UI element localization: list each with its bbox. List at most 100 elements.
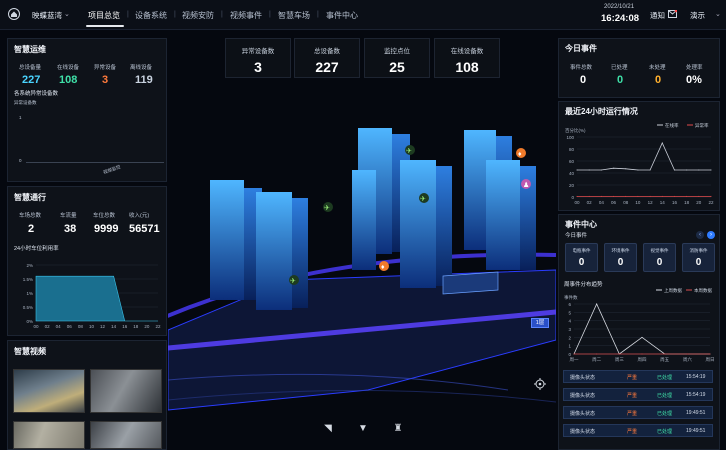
floor-button[interactable]: 1层 xyxy=(531,318,549,328)
data-point xyxy=(661,195,663,197)
event-row[interactable]: 摄像头状态 严重 已处理 15:54:19 xyxy=(563,388,713,401)
x-tick-label: 周日 xyxy=(706,357,715,363)
notification-button[interactable]: 通知 xyxy=(650,10,665,21)
event-row[interactable]: 摄像头状态 严重 已处理 19:49:51 xyxy=(563,424,713,437)
y-axis-label: 事件数 xyxy=(564,294,578,301)
podium-building[interactable] xyxy=(442,271,499,295)
mail-icon[interactable] xyxy=(668,10,677,18)
data-point xyxy=(596,353,598,355)
camera-icon[interactable]: ◥ xyxy=(322,423,334,435)
event-center-title: 事件中心 xyxy=(565,220,597,229)
camera-marker-icon[interactable]: ✈ xyxy=(289,275,299,285)
event-row-level: 严重 xyxy=(627,411,638,417)
tab-event-center[interactable]: 事件中心 xyxy=(326,10,358,21)
building-3d-scene[interactable]: ✈ ✈ ✈ ✈ ♦ ♦ ♟ xyxy=(168,80,556,420)
y-axis-label: 百分比(%) xyxy=(565,127,586,134)
y-tick-label: 0.5% xyxy=(23,305,33,310)
event-row[interactable]: 摄像头状态 严重 已处理 15:54:19 xyxy=(563,370,713,383)
alarm-marker-icon[interactable]: ♦ xyxy=(516,148,526,158)
building-tower[interactable] xyxy=(256,192,308,310)
stat-label: 未处理 xyxy=(649,65,666,71)
event-row-time: 15:54:19 xyxy=(686,392,706,398)
tab-equipment[interactable]: 设备系统 xyxy=(135,10,167,21)
data-point xyxy=(637,195,639,197)
event-type-value: 0 xyxy=(578,257,585,268)
x-tick-label: 10 xyxy=(635,200,641,205)
traffic-flow-value: 38 xyxy=(64,223,77,235)
event-type-card[interactable]: 环境事件 0 xyxy=(604,243,637,272)
legend-label: 异常率 xyxy=(695,122,709,129)
next-arrow-icon[interactable]: › xyxy=(707,231,715,239)
data-point xyxy=(661,142,663,144)
building-tower[interactable] xyxy=(486,160,536,270)
event-row-level: 严重 xyxy=(627,375,638,381)
event-row-name: 摄像头状态 xyxy=(570,429,596,435)
stat-label: 总设备量 xyxy=(19,65,42,71)
data-point xyxy=(710,169,712,171)
event-row-name: 摄像头状态 xyxy=(570,393,596,399)
x-tick-label: 周四 xyxy=(638,357,647,363)
camera-marker-icon[interactable]: ✈ xyxy=(405,145,415,155)
stat-label: 离线设备 xyxy=(130,65,153,71)
total-devices-card: 总设备数 227 xyxy=(294,38,360,78)
utilization-area xyxy=(35,275,158,322)
camera-feed-thumbnail[interactable] xyxy=(90,421,162,449)
y-tick-label: 20 xyxy=(569,183,575,188)
data-point xyxy=(698,195,700,197)
data-point xyxy=(710,195,712,197)
event-type-card[interactable]: 电瓶事件 0 xyxy=(565,243,598,272)
x-tick-label: 16 xyxy=(122,324,128,329)
alarm-marker-icon[interactable]: ♦ xyxy=(379,261,389,271)
building-tower[interactable] xyxy=(400,160,452,288)
ops-panel: 智慧运维 总设备量 在线设备 异常设备 离线设备 227 108 3 119 各… xyxy=(7,38,167,182)
camera-feed-thumbnail[interactable] xyxy=(13,421,85,449)
offline-devices-value: 119 xyxy=(135,74,153,86)
tab-separator: | xyxy=(269,11,271,18)
camera-marker-icon[interactable]: ✈ xyxy=(419,193,429,203)
event-row[interactable]: 摄像头状态 严重 已处理 19:49:51 xyxy=(563,406,713,419)
header-time: 16:24:08 xyxy=(601,13,640,24)
prev-arrow-icon[interactable]: ‹ xyxy=(696,231,704,239)
camera-feed-thumbnail[interactable] xyxy=(90,369,162,413)
card-value: 3 xyxy=(254,59,262,75)
locate-icon[interactable] xyxy=(534,378,546,390)
tab-overview[interactable]: 项目总览 xyxy=(88,10,120,21)
tab-video-events[interactable]: 视频事件 xyxy=(230,10,262,21)
svg-text:♟: ♟ xyxy=(523,181,529,189)
abnormal-chart-ylabel: 异常设备数 xyxy=(14,100,37,105)
stat-label: 收入(元) xyxy=(129,213,150,219)
weekly-trend-chart: 6543210周一 周二 周三 周四 周五 周六 周日事件数上周数据 本周数据 xyxy=(564,287,715,363)
project-name[interactable]: 映蝶蓝湾 xyxy=(32,10,62,21)
data-point xyxy=(625,168,627,170)
svg-text:✈: ✈ xyxy=(420,196,426,203)
chevron-down-icon[interactable]: ⌄ xyxy=(64,10,70,18)
home-icon[interactable] xyxy=(8,8,20,20)
tab-parking[interactable]: 智慧车场 xyxy=(278,10,310,21)
data-point xyxy=(576,169,578,171)
hydrant-icon[interactable]: ♜ xyxy=(392,423,404,435)
tshirt-icon[interactable]: ▼ xyxy=(357,423,369,435)
camera-marker-icon[interactable]: ✈ xyxy=(323,202,333,212)
tab-video-security[interactable]: 视频安防 xyxy=(182,10,214,21)
camera-feed-thumbnail[interactable] xyxy=(13,369,85,413)
data-point xyxy=(673,169,675,171)
series-line xyxy=(577,142,711,171)
data-point xyxy=(649,169,651,171)
x-tick-label: 06 xyxy=(611,200,617,205)
demo-button[interactable]: 演示 xyxy=(690,10,705,21)
legend-label: 在线率 xyxy=(665,122,679,129)
y-tick-label: 5 xyxy=(568,310,571,315)
card-label: 异常设备数 xyxy=(241,48,275,55)
x-tick-label: 周六 xyxy=(683,356,692,363)
event-type-card[interactable]: 消防事件 0 xyxy=(682,243,715,272)
chevron-down-icon[interactable]: ⌄ xyxy=(715,10,721,18)
x-tick-label: 06 xyxy=(67,324,73,329)
x-tick-label: 16 xyxy=(672,200,678,205)
person-marker-icon[interactable]: ♟ xyxy=(521,179,531,189)
x-tick-label: 12 xyxy=(648,200,654,205)
data-point xyxy=(588,169,590,171)
event-type-value: 0 xyxy=(617,257,624,268)
building-tower[interactable] xyxy=(352,170,376,270)
event-type-card[interactable]: 视觉事件 0 xyxy=(643,243,676,272)
building-tower[interactable] xyxy=(210,180,262,300)
